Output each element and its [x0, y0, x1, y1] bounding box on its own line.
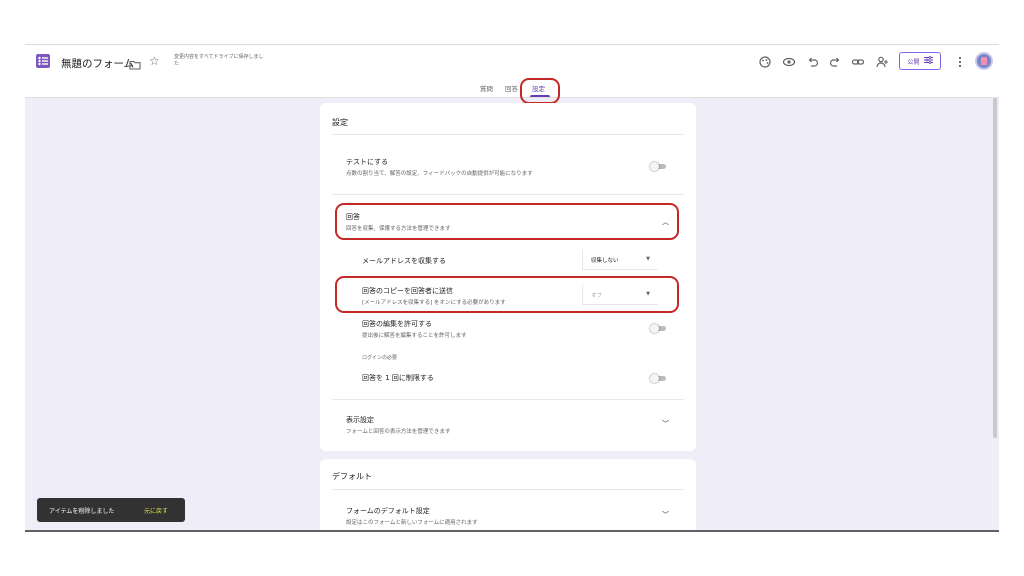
forms-logo-icon[interactable] — [35, 53, 51, 69]
collect-email-title: メールアドレスを収集する — [362, 257, 446, 265]
link-icon[interactable] — [851, 54, 865, 68]
quiz-desc: 点数の割り当て、解答の設定、フィードバックの自動提供が可能になります — [346, 171, 533, 177]
allow-edit-toggle[interactable] — [650, 324, 666, 333]
publish-label: 公開 — [907, 58, 920, 66]
form-defaults-title[interactable]: フォームのデフォルト設定 — [346, 506, 430, 516]
snackbar: アイテムを削除しました 元に戻す — [37, 498, 185, 522]
tune-icon — [923, 56, 933, 66]
allow-edit-title: 回答の編集を許可する — [362, 320, 432, 328]
avatar[interactable] — [975, 52, 993, 70]
palette-icon[interactable] — [758, 54, 772, 68]
divider — [332, 194, 684, 195]
tab-responses[interactable]: 回答 — [505, 83, 518, 93]
move-to-folder-icon[interactable] — [129, 56, 141, 70]
limit-one-toggle[interactable] — [650, 374, 666, 383]
add-collaborator-icon[interactable] — [875, 54, 889, 68]
settings-heading: 設定 — [332, 118, 348, 127]
highlight-responses-section — [335, 203, 679, 240]
chevron-down-icon[interactable]: ﹀ — [662, 510, 669, 520]
defaults-card: デフォルト フォームのデフォルト設定 設定はこのフォームと新しいフォームに適用さ… — [320, 459, 696, 530]
preview-icon[interactable] — [782, 54, 796, 68]
limit-one-title: 回答を 1 回に制限する — [362, 374, 434, 382]
divider — [332, 134, 684, 135]
undo-button[interactable]: 元に戻す — [144, 506, 168, 515]
allow-edit-desc: 提出後に解答を編集することを許可します — [362, 333, 467, 339]
collect-email-value: 収集しない — [591, 258, 619, 264]
undo-icon[interactable] — [806, 54, 820, 68]
divider — [332, 399, 684, 400]
redo-icon[interactable] — [828, 54, 842, 68]
form-defaults-desc: 設定はこのフォームと新しいフォームに適用されます — [346, 520, 478, 526]
caret-down-icon: ▼ — [646, 256, 650, 262]
top-bar: 無題のフォーム ☆ 変更内容をすべてドライブに保存しました 公開 質問 回答 設… — [25, 45, 999, 98]
divider — [332, 489, 684, 490]
highlight-send-copy-row — [335, 276, 679, 313]
defaults-heading: デフォルト — [332, 472, 372, 481]
quiz-title: テストにする — [346, 158, 389, 166]
form-title[interactable]: 無題のフォーム — [61, 56, 134, 71]
presentation-title[interactable]: 表示設定 — [346, 415, 374, 425]
login-required-label: ログインの必要 — [362, 355, 398, 361]
collect-email-select[interactable]: 収集しない ▼ — [582, 250, 658, 270]
tab-questions[interactable]: 質問 — [480, 83, 493, 93]
quiz-toggle[interactable] — [650, 162, 666, 171]
snackbar-message: アイテムを削除しました — [49, 508, 115, 515]
highlight-settings-tab — [520, 78, 560, 104]
more-icon[interactable] — [953, 54, 967, 68]
chevron-down-icon[interactable]: ﹀ — [662, 419, 669, 429]
tab-bar: 質問 回答 設定 — [25, 81, 999, 98]
app-window: 無題のフォーム ☆ 変更内容をすべてドライブに保存しました 公開 質問 回答 設… — [25, 44, 999, 532]
presentation-desc: フォームと回答の表示方法を管理できます — [346, 429, 451, 435]
publish-button[interactable]: 公開 — [899, 52, 941, 70]
scrollbar[interactable] — [993, 98, 997, 438]
star-icon[interactable]: ☆ — [149, 54, 160, 68]
save-status: 変更内容をすべてドライブに保存しました — [174, 54, 264, 67]
